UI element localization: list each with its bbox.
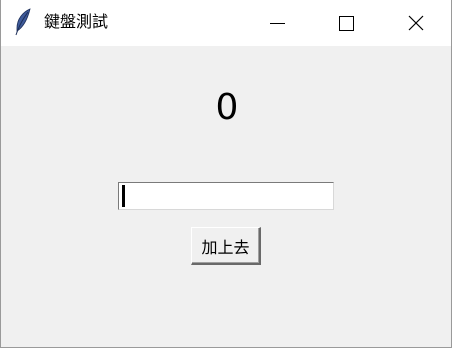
- counter-label: 0: [215, 87, 239, 128]
- maximize-icon: [339, 16, 354, 31]
- add-button[interactable]: 加上去: [191, 227, 261, 265]
- text-entry[interactable]: [118, 182, 334, 210]
- app-window: 鍵盤測試 0 加上去: [0, 0, 452, 348]
- close-button[interactable]: [393, 0, 439, 46]
- minimize-icon: [270, 23, 285, 24]
- maximize-button[interactable]: [323, 0, 369, 46]
- close-icon: [408, 15, 424, 31]
- window-title: 鍵盤測試: [44, 12, 109, 31]
- text-cursor: [122, 185, 125, 207]
- minimize-button[interactable]: [254, 0, 300, 46]
- title-bar[interactable]: 鍵盤測試: [1, 0, 451, 46]
- feather-icon: [13, 8, 33, 36]
